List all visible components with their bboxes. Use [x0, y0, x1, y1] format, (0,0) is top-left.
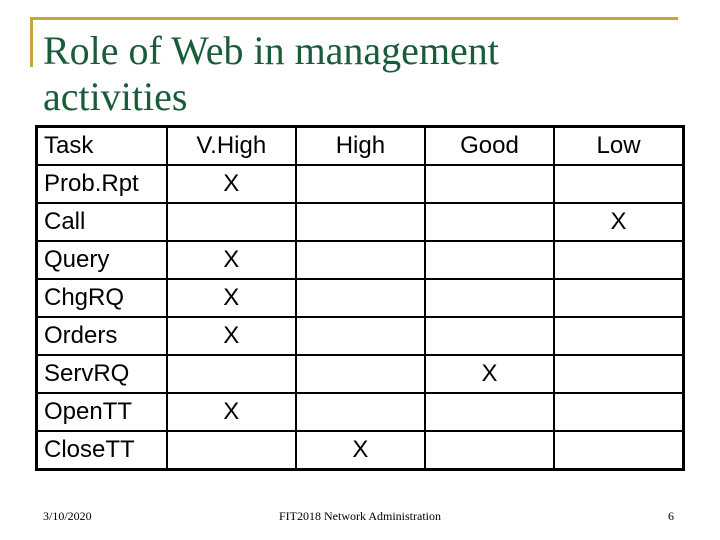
- rating-cell: [165, 202, 297, 242]
- accent-bar-top: [30, 17, 678, 20]
- rating-cell: X: [294, 430, 426, 471]
- table-row: Orders X: [35, 316, 685, 356]
- header-row: Task V.High High Good Low: [35, 125, 685, 166]
- rating-cell: X: [165, 164, 297, 204]
- table-row: Call X: [35, 202, 685, 242]
- accent-bar-left: [30, 17, 33, 67]
- rating-cell: [423, 278, 556, 318]
- task-cell: ServRQ: [35, 354, 168, 394]
- slide-title: Role of Web in management activities: [43, 28, 499, 119]
- rating-cell: [423, 164, 556, 204]
- task-cell: Prob.Rpt: [35, 164, 168, 204]
- header-cell: Good: [423, 125, 556, 166]
- rating-cell: [423, 392, 556, 432]
- table-row: Prob.Rpt X: [35, 164, 685, 204]
- task-rating-table: Task V.High High Good Low Prob.Rpt X Call X…: [35, 125, 685, 471]
- rating-cell: [294, 240, 426, 280]
- header-cell: Task: [35, 125, 168, 166]
- rating-cell: X: [165, 316, 297, 356]
- task-cell: CloseTT: [35, 430, 168, 471]
- rating-cell: [294, 354, 426, 394]
- rating-cell: [423, 316, 556, 356]
- rating-cell: X: [165, 240, 297, 280]
- task-cell: OpenTT: [35, 392, 168, 432]
- header-cell: V.High: [165, 125, 297, 166]
- table-row: OpenTT X: [35, 392, 685, 432]
- rating-cell: X: [165, 278, 297, 318]
- header-cell: High: [294, 125, 426, 166]
- rating-cell: [423, 240, 556, 280]
- table-row: CloseTT X: [35, 430, 685, 471]
- table-row: ServRQ X: [35, 354, 685, 394]
- rating-cell: [553, 430, 685, 471]
- rating-cell: X: [165, 392, 297, 432]
- task-cell: Orders: [35, 316, 168, 356]
- footer-course: FIT2018 Network Administration: [279, 509, 441, 523]
- rating-cell: [423, 202, 556, 242]
- rating-cell: [553, 278, 685, 318]
- rating-cell: [294, 392, 426, 432]
- rating-cell: [165, 430, 297, 471]
- rating-cell: [553, 316, 685, 356]
- rating-cell: [294, 278, 426, 318]
- rating-cell: [553, 164, 685, 204]
- rating-cell: [553, 240, 685, 280]
- task-cell: Call: [35, 202, 168, 242]
- table-row: Query X: [35, 240, 685, 280]
- rating-cell: [294, 202, 426, 242]
- task-cell: ChgRQ: [35, 278, 168, 318]
- table-row: ChgRQ X: [35, 278, 685, 318]
- rating-cell: X: [423, 354, 556, 394]
- rating-cell: [294, 316, 426, 356]
- task-cell: Query: [35, 240, 168, 280]
- rating-cell: [294, 164, 426, 204]
- rating-cell: X: [553, 202, 685, 242]
- footer-page-number: 6: [668, 509, 674, 523]
- header-cell: Low: [553, 125, 685, 166]
- rating-cell: [165, 354, 297, 394]
- rating-cell: [553, 392, 685, 432]
- rating-cell: [423, 430, 556, 471]
- rating-cell: [553, 354, 685, 394]
